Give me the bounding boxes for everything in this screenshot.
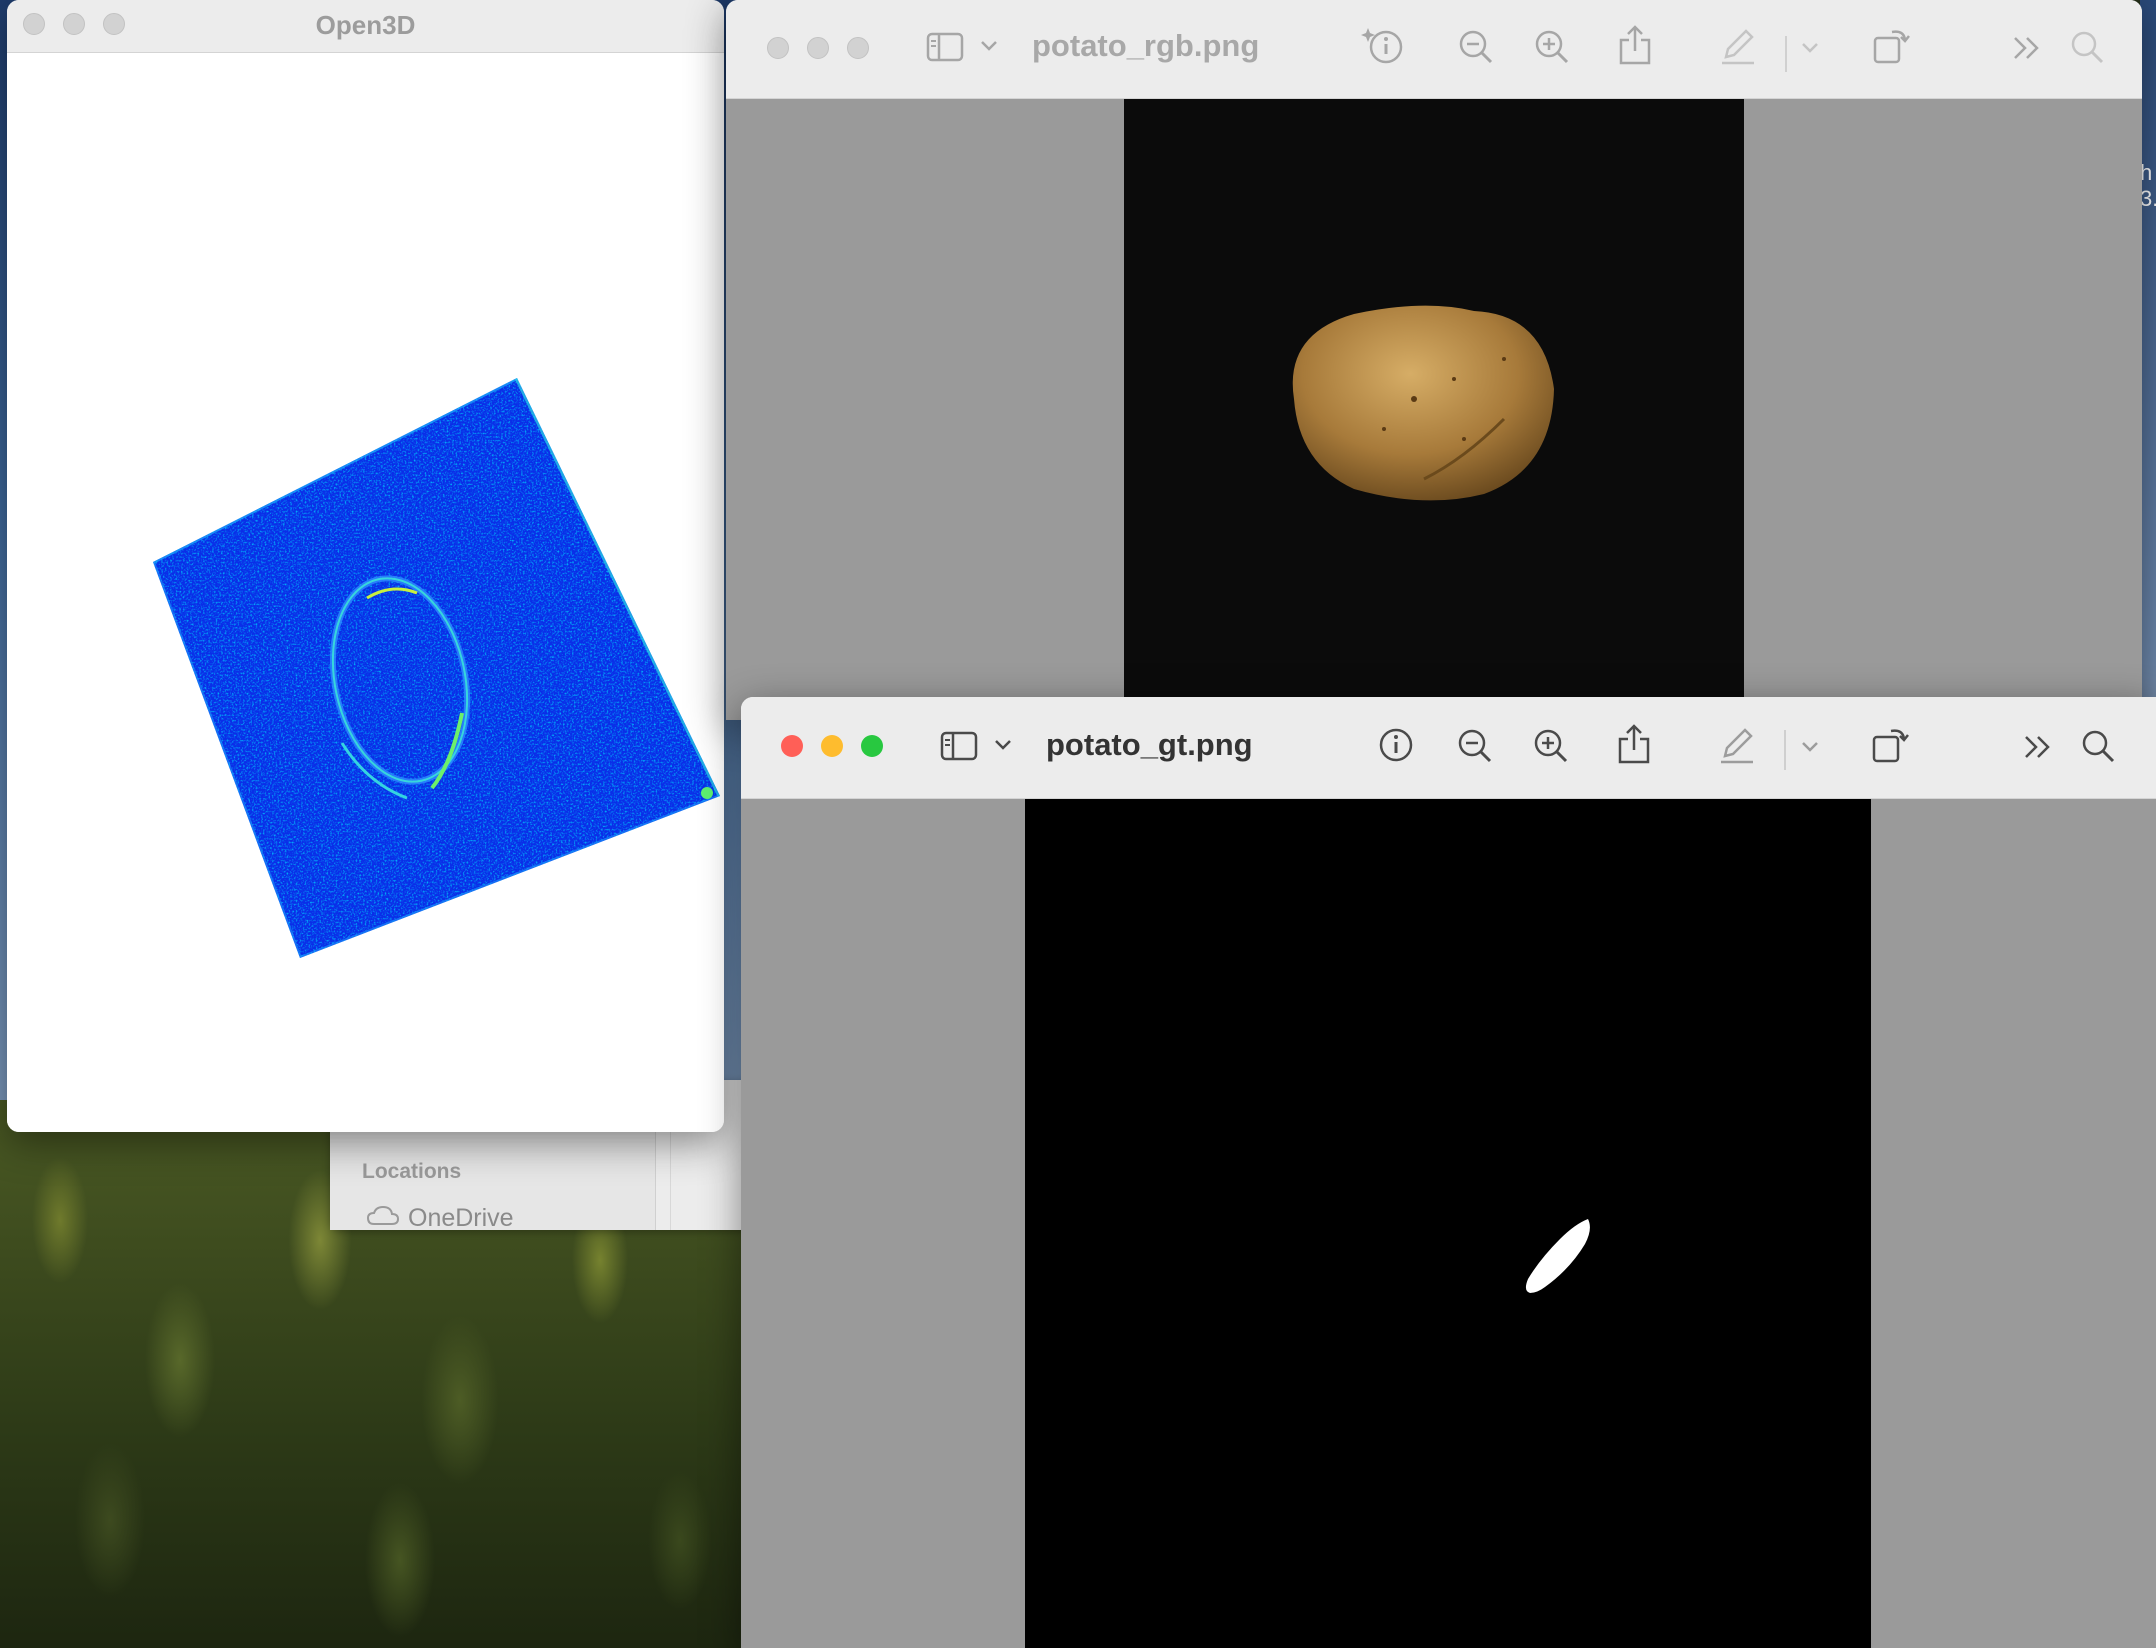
close-button[interactable] — [781, 735, 803, 757]
potato — [1292, 305, 1554, 501]
minimize-button[interactable] — [807, 37, 829, 59]
chevron-down-icon[interactable] — [980, 40, 998, 52]
zoom-in-icon[interactable] — [1534, 29, 1570, 65]
potato-photo — [1124, 99, 1744, 720]
chevron-down-icon[interactable] — [1801, 42, 1819, 54]
zoom-button[interactable] — [861, 735, 883, 757]
rotate-icon[interactable] — [1871, 723, 1911, 765]
preview-toolbar[interactable]: potato_rgb.png — [726, 0, 2142, 99]
preview-window-rgb[interactable]: potato_rgb.png — [726, 0, 2142, 720]
zoom-out-icon[interactable] — [1458, 29, 1494, 65]
document-title: potato_rgb.png — [1032, 28, 1260, 63]
chevron-down-icon[interactable] — [1801, 741, 1819, 753]
point-cloud-render — [153, 378, 720, 958]
divider — [1784, 36, 1788, 72]
markup-pen-icon[interactable] — [1717, 726, 1757, 766]
divider — [1783, 730, 1787, 770]
window-title: Open3D — [315, 10, 416, 40]
sidebar-toggle-icon[interactable] — [926, 31, 966, 63]
rotate-icon[interactable] — [1872, 24, 1912, 66]
share-icon[interactable] — [1618, 24, 1652, 66]
search-icon[interactable] — [2070, 30, 2106, 66]
finder-locations-heading: Locations — [362, 1160, 462, 1183]
chevron-down-icon[interactable] — [994, 739, 1012, 751]
zoom-out-icon[interactable] — [1457, 728, 1493, 764]
preview-window-gt[interactable]: potato_gt.png — [741, 697, 2156, 1648]
finder-sidebar-item-onedrive[interactable]: OneDrive — [408, 1204, 514, 1233]
minimize-button[interactable] — [821, 735, 843, 757]
background-window-text: h 3. — [2140, 160, 2156, 211]
open3d-titlebar[interactable]: Open3D — [7, 0, 724, 53]
info-icon[interactable] — [1360, 22, 1408, 68]
point-cloud-viewport[interactable] — [7, 53, 724, 1132]
zoom-button[interactable] — [847, 37, 869, 59]
search-icon[interactable] — [2081, 729, 2117, 765]
open3d-window[interactable]: Open3D — [7, 0, 724, 1132]
info-icon[interactable] — [1378, 727, 1414, 763]
ground-truth-mask-image — [1025, 799, 1871, 1648]
preview-toolbar[interactable]: potato_gt.png — [741, 697, 2156, 799]
sidebar-toggle-icon[interactable] — [940, 730, 980, 762]
close-button[interactable] — [767, 37, 789, 59]
more-chevrons-icon[interactable] — [2023, 734, 2053, 760]
image-canvas[interactable] — [741, 799, 2156, 1648]
document-title: potato_gt.png — [1046, 727, 1253, 762]
more-chevrons-icon[interactable] — [2012, 35, 2042, 61]
zoom-in-icon[interactable] — [1533, 728, 1569, 764]
share-icon[interactable] — [1617, 723, 1651, 765]
image-canvas[interactable] — [726, 99, 2142, 720]
cloud-icon — [366, 1204, 400, 1233]
markup-pen-icon[interactable] — [1718, 27, 1758, 67]
